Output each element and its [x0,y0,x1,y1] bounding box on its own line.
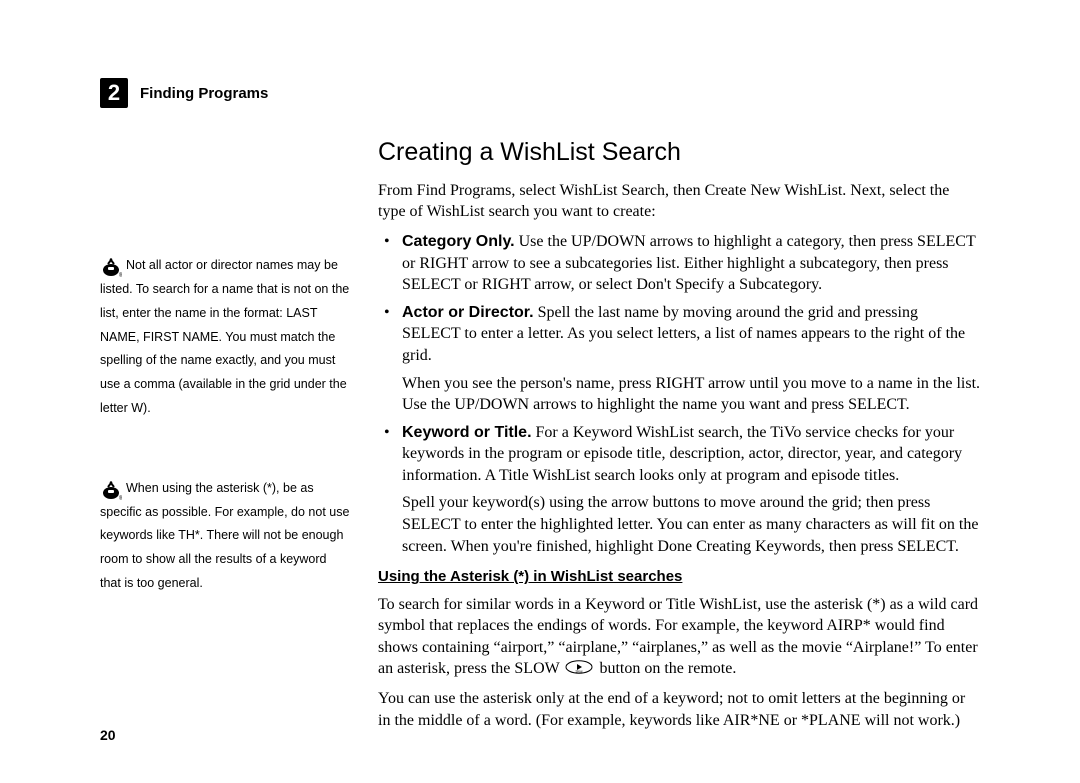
subheading-asterisk: Using the Asterisk (*) in WishList searc… [378,567,980,587]
main-content: Creating a WishList Search From Find Pro… [378,136,980,740]
sidebar-notes: ® Not all actor or director names may be… [100,136,350,740]
bullet-list: Category Only. Use the UP/DOWN arrows to… [378,231,980,557]
svg-text:Slow: Slow [576,669,584,673]
side-note-2: ® When using the asterisk (*), be as spe… [100,477,350,596]
intro-paragraph: From Find Programs, select WishList Sear… [378,180,980,223]
page-header: 2 Finding Programs [100,78,980,108]
bullet-label: Actor or Director. [402,304,534,321]
slow-button-icon: Slow [565,659,593,681]
bullet-keyword-title: Keyword or Title. For a Keyword WishList… [402,422,980,558]
bullet-actor-director: Actor or Director. Spell the last name b… [402,302,980,416]
bullet-category-only: Category Only. Use the UP/DOWN arrows to… [402,231,980,296]
chapter-number-badge: 2 [100,78,128,108]
side-note-1: ® Not all actor or director names may be… [100,254,350,421]
bullet-paragraph: When you see the person's name, press RI… [402,373,980,416]
bullet-label: Category Only. [402,233,515,250]
chapter-title: Finding Programs [140,85,268,102]
text-span: button on the remote. [599,660,736,677]
asterisk-paragraph-2: You can use the asterisk only at the end… [378,688,980,731]
page-number: 20 [100,727,116,743]
side-note-1-text: Not all actor or director names may be l… [100,258,349,415]
bullet-paragraph: Spell your keyword(s) using the arrow bu… [402,492,980,557]
svg-text:®: ® [119,272,122,278]
svg-text:®: ® [119,495,122,501]
page-title: Creating a WishList Search [378,136,980,170]
bullet-label: Keyword or Title. [402,424,532,441]
tivo-icon: ® [100,256,122,278]
tivo-icon: ® [100,479,122,501]
asterisk-paragraph-1: To search for similar words in a Keyword… [378,594,980,681]
side-note-2-text: When using the asterisk (*), be as speci… [100,481,349,590]
